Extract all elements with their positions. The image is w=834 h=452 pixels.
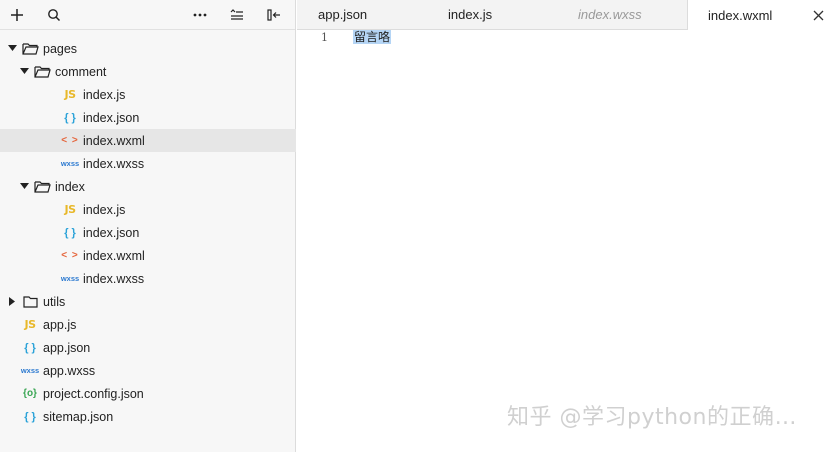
- tree-file[interactable]: JS index.js: [0, 198, 296, 221]
- tree-file[interactable]: { } app.json: [0, 336, 296, 359]
- tab-label: index.wxml: [708, 7, 773, 23]
- json-file-icon: { }: [24, 410, 36, 423]
- tab-label: index.js: [448, 7, 493, 22]
- js-file-icon: JS: [64, 88, 76, 101]
- wxml-file-icon: < >: [61, 135, 79, 146]
- tree-item-label: app.json: [43, 340, 91, 355]
- js-file-icon: JS: [64, 203, 76, 216]
- chevron-down-icon[interactable]: [19, 67, 29, 77]
- close-icon[interactable]: [813, 9, 824, 21]
- tree-file[interactable]: < > index.wxml: [0, 244, 296, 267]
- folder-open-icon: [21, 42, 39, 55]
- tree-file[interactable]: wxss app.wxss: [0, 359, 296, 382]
- wxss-file-icon: wxss: [60, 274, 80, 283]
- tree-item-label: project.config.json: [43, 386, 144, 401]
- tree-item-label: index.wxss: [83, 271, 145, 286]
- line-number: 1: [321, 31, 328, 44]
- config-file-icon: {o}: [23, 388, 37, 399]
- tree-item-label: utils: [43, 294, 66, 309]
- tree-folder[interactable]: pages: [0, 37, 296, 60]
- tree-item-label: index.js: [83, 202, 126, 217]
- tree-item-label: app.wxss: [43, 363, 96, 378]
- tree-file[interactable]: { } index.json: [0, 221, 296, 244]
- tree-file[interactable]: < > index.wxml: [0, 129, 296, 152]
- tree-item-label: index.wxss: [83, 156, 145, 171]
- tree-folder[interactable]: utils: [0, 290, 296, 313]
- tree-item-label: index.wxml: [83, 248, 145, 263]
- tree-file[interactable]: wxss index.wxss: [0, 267, 296, 290]
- json-file-icon: { }: [24, 341, 36, 354]
- folder-open-icon: [33, 180, 51, 193]
- tree-file[interactable]: { } index.json: [0, 106, 296, 129]
- tree-item-label: comment: [55, 64, 107, 79]
- js-file-icon: JS: [24, 318, 36, 331]
- folder-open-icon: [33, 65, 51, 78]
- tree-folder[interactable]: index: [0, 175, 296, 198]
- tree-item-label: sitemap.json: [43, 409, 114, 424]
- tree-file[interactable]: wxss index.wxss: [0, 152, 296, 175]
- chevron-right-icon[interactable]: [7, 297, 17, 307]
- tree-item-label: index: [55, 179, 85, 194]
- tab-index-wxml[interactable]: index.wxml: [687, 0, 834, 30]
- folder-icon: [21, 295, 39, 308]
- tree-item-label: index.json: [83, 225, 140, 240]
- tab-app-json[interactable]: app.json: [318, 0, 367, 29]
- tab-label: index.wxss: [578, 7, 642, 22]
- editor-tabs: app.json index.js index.wxss index.wxml: [297, 0, 834, 30]
- collapse-all-icon[interactable]: [225, 0, 249, 29]
- add-icon[interactable]: [5, 0, 29, 29]
- tree-item-label: index.json: [83, 110, 140, 125]
- search-icon[interactable]: [42, 0, 66, 29]
- code-line[interactable]: 留言咯: [353, 29, 392, 45]
- tree-folder[interactable]: comment: [0, 60, 296, 83]
- tab-label: app.json: [318, 7, 368, 22]
- file-explorer: pages comment JS index.js { } index.json < > in…: [0, 0, 296, 452]
- tab-index-wxss[interactable]: index.wxss: [578, 0, 642, 29]
- json-file-icon: { }: [64, 111, 76, 124]
- tree-file[interactable]: {o} project.config.json: [0, 382, 296, 405]
- tree-item-label: index.wxml: [83, 133, 145, 148]
- tree-file[interactable]: { } sitemap.json: [0, 405, 296, 428]
- chevron-down-icon[interactable]: [19, 182, 29, 192]
- selected-text: 留言咯: [353, 30, 392, 44]
- tree-item-label: app.js: [43, 317, 77, 332]
- toggle-sidebar-icon[interactable]: [262, 0, 286, 29]
- tree-file[interactable]: JS index.js: [0, 83, 296, 106]
- tree-file[interactable]: JS app.js: [0, 313, 296, 336]
- json-file-icon: { }: [64, 226, 76, 239]
- explorer-toolbar: [0, 0, 295, 30]
- chevron-down-icon[interactable]: [7, 44, 17, 54]
- tree-item-label: index.js: [83, 87, 126, 102]
- code-editor[interactable]: 1 留言咯: [297, 30, 834, 452]
- wxss-file-icon: wxss: [60, 159, 80, 168]
- watermark: 知乎 @学习python的正确…: [507, 405, 797, 430]
- tab-index-js[interactable]: index.js: [448, 0, 492, 29]
- tree-item-label: pages: [43, 41, 78, 56]
- wxss-file-icon: wxss: [20, 366, 40, 375]
- file-tree: pages comment JS index.js { } index.json < > in…: [0, 37, 296, 428]
- more-icon[interactable]: [188, 0, 212, 29]
- wxml-file-icon: < >: [61, 250, 79, 261]
